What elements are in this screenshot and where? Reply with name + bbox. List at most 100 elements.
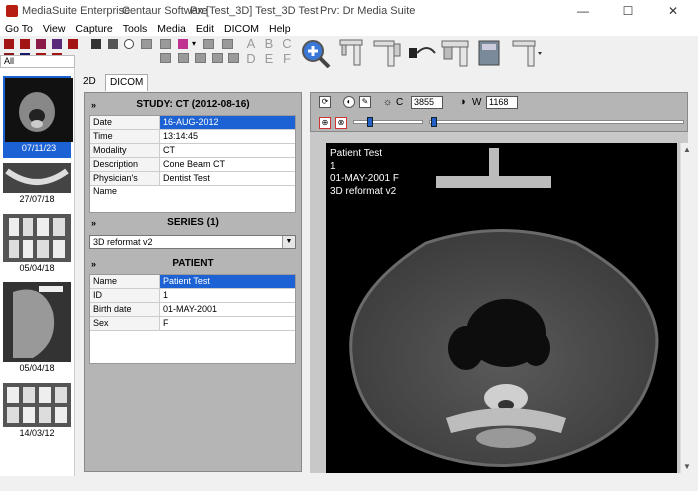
scroll-up-icon[interactable]: ▲ [683, 145, 691, 154]
thumbnail-ceph[interactable]: 05/04/18 [3, 282, 71, 378]
thumbnail-view-icon[interactable] [108, 39, 118, 49]
cbct-scanner-icon[interactable] [440, 38, 472, 68]
collapse-chevron-icon[interactable]: » [91, 215, 96, 231]
study-title: STUDY: CT (2012-08-16) [136, 99, 250, 110]
measure-icon[interactable]: ⊕ [319, 117, 331, 129]
patient-header[interactable]: » PATIENT [87, 256, 299, 272]
app-title: MediaSuite Enterprise [22, 5, 131, 17]
table-row[interactable]: Birth date 01-MAY-2001 [90, 303, 295, 317]
row-value: CT [163, 145, 175, 155]
patient-table: Name Patient Test ID 1 Birth date 01-MAY-20… [89, 274, 296, 364]
thumbnail-date: 07/11/23 [21, 143, 57, 153]
refresh-icon[interactable]: ⟳ [319, 96, 331, 108]
collapse-chevron-icon[interactable]: » [91, 256, 96, 272]
center-value-field[interactable]: 3855 [411, 96, 443, 109]
menu-tools[interactable]: Tools [118, 22, 153, 36]
table-row[interactable]: Date 16-AUG-2012 [90, 116, 295, 130]
layout-3-icon[interactable] [36, 39, 46, 49]
series-header[interactable]: » SERIES (1) [87, 215, 299, 231]
scroll-down-icon[interactable]: ▼ [683, 462, 691, 471]
letter-b-button[interactable]: B [262, 36, 276, 51]
menu-edit[interactable]: Edit [191, 22, 219, 36]
row-key: Description [90, 158, 160, 171]
width-label: W [472, 97, 482, 108]
export-icon[interactable] [160, 39, 171, 49]
layout-1-icon[interactable] [4, 39, 14, 49]
grid-view-icon[interactable] [91, 39, 101, 49]
table-row[interactable]: Description Cone Beam CT [90, 158, 295, 172]
phosphor-scanner-icon[interactable] [476, 38, 504, 68]
paste-icon[interactable] [222, 39, 233, 49]
table-row[interactable]: Sex F [90, 317, 295, 331]
menu-dicom[interactable]: DICOM [219, 22, 264, 36]
collapse-chevron-icon[interactable]: » [91, 97, 96, 113]
save-icon[interactable] [228, 53, 239, 63]
study-table: Date 16-AUG-2012 Time 13:14:45 Modality CT … [89, 115, 296, 213]
table-row[interactable]: Physician's Name Dentist Test [90, 172, 295, 196]
zoom-magnifier-icon[interactable] [300, 38, 332, 68]
copy-icon[interactable] [203, 39, 214, 49]
thumbnail-bitewing-2[interactable]: 14/03/12 [3, 383, 71, 439]
letter-c-button[interactable]: C [280, 36, 294, 51]
intraoral-sensor-icon[interactable] [405, 38, 437, 68]
edit-icon[interactable]: ✎ [359, 96, 371, 108]
email-icon[interactable] [178, 53, 189, 63]
series-title: SERIES (1) [167, 217, 219, 228]
letter-f-button[interactable]: F [280, 51, 294, 66]
dropdown-arrow-icon[interactable]: ▼ [282, 236, 295, 248]
print-icon[interactable] [141, 39, 152, 49]
invert-icon[interactable]: ◐ [343, 96, 355, 108]
search-icon[interactable] [124, 39, 134, 49]
tab-dicom[interactable]: DICOM ✕ [105, 74, 149, 104]
width-slider-handle[interactable] [431, 117, 437, 127]
layout-4-icon[interactable] [52, 39, 62, 49]
letter-a-button[interactable]: A [244, 36, 258, 51]
compare-icon[interactable] [160, 53, 171, 63]
maximize-button[interactable]: ☐ [605, 0, 651, 22]
table-row[interactable]: Time 13:14:45 [90, 130, 295, 144]
thumbnail-bitewing[interactable]: 05/04/18 [3, 214, 71, 278]
menu-view[interactable]: View [38, 22, 71, 36]
layout-5-icon[interactable] [68, 39, 78, 49]
width-slider[interactable] [429, 120, 684, 124]
row-key: Sex [90, 317, 160, 330]
panoramic-xray-icon[interactable] [336, 38, 366, 68]
letter-e-button[interactable]: E [262, 51, 276, 66]
title-bar: MediaSuite Enterprise Centaur Software P… [0, 0, 698, 22]
close-button[interactable]: ✕ [650, 0, 696, 22]
series-select[interactable]: 3D reformat v2 ▼ [89, 235, 296, 249]
dropdown-chevron-icon[interactable]: ▾ [192, 39, 196, 48]
row-value: Patient Test [160, 275, 295, 288]
row-key: ID [90, 289, 160, 302]
folder-icon[interactable] [212, 53, 223, 63]
table-row[interactable]: ID 1 [90, 289, 295, 303]
minimize-button[interactable]: — [560, 0, 606, 22]
table-row[interactable]: Modality CT [90, 144, 295, 158]
center-slider-handle[interactable] [367, 117, 373, 127]
contrast-icon: ◑ [459, 96, 466, 108]
menu-help[interactable]: Help [264, 22, 296, 36]
width-value-field[interactable]: 1168 [486, 96, 518, 109]
row-value: 13:14:45 [163, 131, 199, 141]
menu-capture[interactable]: Capture [70, 22, 117, 36]
brightness-icon: ☼ [383, 97, 393, 108]
vertical-scrollbar[interactable]: ▲ ▼ [680, 143, 693, 473]
row-key: Birth date [90, 303, 160, 316]
annotate-icon[interactable]: ⊗ [335, 117, 347, 129]
xray-unit-icon[interactable] [510, 38, 544, 68]
letter-d-button[interactable]: D [244, 51, 258, 66]
center-slider[interactable] [353, 120, 423, 124]
row-value: Cone Beam CT [163, 159, 226, 169]
image-edit-icon[interactable] [178, 39, 188, 49]
study-header[interactable]: » STUDY: CT (2012-08-16) [87, 97, 299, 113]
layout-2-icon[interactable] [20, 39, 30, 49]
filter-field[interactable]: All [0, 55, 75, 68]
tab-2d[interactable]: 2D [79, 74, 100, 90]
menu-media[interactable]: Media [152, 22, 191, 36]
ceph-xray-icon[interactable] [372, 38, 402, 68]
attach-icon[interactable] [195, 53, 206, 63]
thumbnail-ct[interactable]: 07/11/23 [3, 76, 73, 158]
menu-goto[interactable]: Go To [0, 22, 38, 36]
table-row[interactable]: Name Patient Test [90, 275, 295, 289]
thumbnail-panoramic[interactable]: 27/07/18 [3, 163, 71, 208]
